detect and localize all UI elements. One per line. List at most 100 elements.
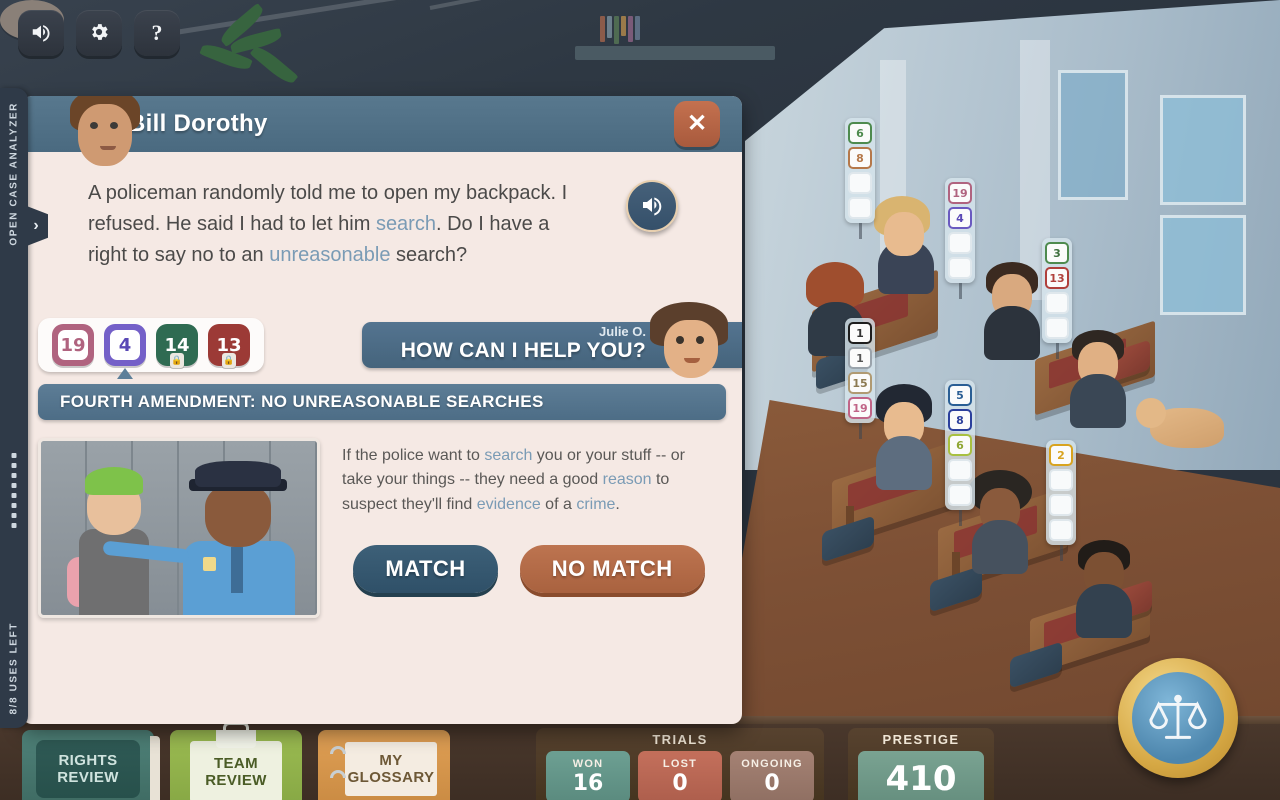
amendment-badge-19[interactable]: 19	[52, 324, 94, 366]
tile-empty	[948, 484, 972, 506]
tile-19: 19	[948, 182, 972, 204]
help-button[interactable]: ?	[134, 10, 180, 56]
keyword-link[interactable]: crime	[576, 496, 615, 513]
uses-left-dots	[11, 453, 17, 528]
trials-won-value: 16	[572, 771, 604, 796]
rights-review-line1: RIGHTS	[58, 751, 118, 769]
tile-4: 4	[948, 207, 972, 229]
tile-empty	[948, 459, 972, 481]
settings-button[interactable]	[76, 10, 122, 56]
my-glossary-line2: GLOSSARY	[347, 769, 435, 786]
lawyer-name: Julie O.	[599, 324, 646, 339]
tile-empty	[1045, 317, 1069, 339]
question-mark-icon: ?	[151, 20, 163, 45]
law-card-illustration	[38, 438, 320, 618]
notebook-rings-icon	[330, 746, 346, 778]
scales-of-justice-icon	[1132, 672, 1224, 764]
keyword-link[interactable]: unreasonable	[269, 244, 390, 266]
keyword-link[interactable]: search	[484, 447, 532, 464]
open-case-analyzer-tab[interactable]: OPEN CASE ANALYZER 8/8 USES LEFT	[0, 88, 28, 728]
stack-upper-mid[interactable]: 19 4	[945, 178, 975, 299]
badge-inner: 19	[58, 330, 88, 360]
close-button[interactable]: ✕	[674, 101, 720, 147]
justice-seal[interactable]	[1118, 658, 1238, 778]
text-run: search?	[390, 244, 468, 266]
match-buttons-row: MATCH NO MATCH	[342, 544, 716, 593]
tile-2: 2	[1049, 444, 1073, 466]
tile-empty	[848, 197, 872, 219]
trials-title: TRIALS	[652, 732, 708, 747]
tile-8: 8	[848, 147, 872, 169]
police-officer-figure	[179, 455, 299, 615]
bottom-toolbar: RIGHTS REVIEW TEAM REVIEW MY GLOSSARY TR…	[0, 716, 1280, 800]
tile-19: 19	[848, 397, 872, 419]
lawyer-avatar	[650, 302, 728, 384]
trials-lost-value: 0	[672, 771, 688, 796]
stack-upper-right[interactable]: 3 13	[1042, 238, 1072, 359]
amendment-badge-4[interactable]: 4	[104, 324, 146, 366]
case-analyzer-title: OPEN CASE ANALYZER	[8, 102, 20, 246]
game-screen: ? 681943131115195862 ? OPEN CASE ANALYZE…	[0, 0, 1280, 800]
amendment-badge-14[interactable]: 14 🔒	[156, 324, 198, 368]
trials-won-label: WON	[572, 758, 604, 770]
student-figure	[67, 465, 167, 615]
badge-and-help-row: Julie O. HOW CAN I HELP YOU? 19 4 14 🔒 13 🔒	[22, 302, 742, 378]
keyword-link[interactable]: evidence	[477, 496, 541, 513]
tile-3: 3	[1045, 242, 1069, 264]
top-controls: ?	[18, 10, 180, 56]
law-card-text-column: If the police want to search you or your…	[342, 438, 716, 618]
tile-empty	[1045, 292, 1069, 314]
text-run: .	[615, 495, 620, 513]
tile-empty	[1049, 519, 1073, 541]
client-quote: A policeman randomly told me to open my …	[88, 178, 588, 271]
read-aloud-button[interactable]	[626, 180, 678, 232]
bookshelf	[575, 46, 775, 60]
trials-lost-label: LOST	[662, 758, 698, 770]
rights-review-button[interactable]: RIGHTS REVIEW	[22, 730, 160, 800]
tile-1: 1	[848, 322, 872, 344]
tile-1: 1	[848, 347, 872, 369]
trials-ongoing-label: ONGOING	[741, 758, 803, 770]
match-button[interactable]: MATCH	[353, 544, 498, 593]
client-avatar	[68, 96, 142, 172]
trials-won: WON 16	[546, 751, 630, 800]
stack-lower-right[interactable]: 2	[1046, 440, 1076, 561]
my-glossary-button[interactable]: MY GLOSSARY	[318, 730, 450, 800]
stack-lower-mid[interactable]: 5 8 6	[945, 380, 975, 526]
lawyer-help-bar: Julie O. HOW CAN I HELP YOU?	[362, 302, 742, 378]
close-icon: ✕	[686, 110, 708, 137]
client-name: Bill Dorothy	[128, 110, 268, 137]
trials-lost: LOST 0	[638, 751, 722, 800]
uses-left-label: 8/8 USES LEFT	[8, 621, 20, 715]
tool-buttons: RIGHTS REVIEW TEAM REVIEW MY GLOSSARY	[22, 730, 450, 800]
no-match-button[interactable]: NO MATCH	[519, 544, 705, 593]
law-description: If the police want to search you or your…	[342, 444, 716, 517]
clipboard-clip-icon	[216, 730, 256, 748]
lock-icon: 🔒	[222, 353, 236, 368]
tile-empty	[1049, 469, 1073, 491]
keyword-link[interactable]: reason	[603, 471, 652, 488]
window-pane	[1058, 70, 1128, 200]
stack-top-left[interactable]: 68	[845, 118, 875, 239]
dog	[1136, 398, 1224, 448]
tile-5: 5	[948, 384, 972, 406]
sound-toggle-button[interactable]	[18, 10, 64, 56]
amendment-title: FOURTH AMENDMENT: NO UNREASONABLE SEARCH…	[60, 392, 544, 411]
team-review-button[interactable]: TEAM REVIEW	[170, 730, 302, 800]
amendment-title-bar: FOURTH AMENDMENT: NO UNREASONABLE SEARCH…	[38, 384, 726, 420]
tile-6: 6	[848, 122, 872, 144]
lock-icon: 🔒	[170, 353, 184, 368]
prestige-panel: PRESTIGE 410	[848, 728, 994, 800]
tile-15: 15	[848, 372, 872, 394]
dialog-header: Bill Dorothy ✕	[22, 96, 742, 166]
case-dialog-panel: Bill Dorothy ✕ A policeman randomly told…	[22, 96, 742, 724]
law-card-body: If the police want to search you or your…	[22, 420, 742, 618]
play-audio-icon	[640, 193, 664, 220]
keyword-link[interactable]: search	[376, 213, 436, 235]
text-run: If the police want to	[342, 447, 485, 464]
tile-13: 13	[1045, 267, 1069, 289]
stack-lower-left[interactable]: 1 1 15 19	[845, 318, 875, 439]
amendment-badge-13[interactable]: 13 🔒	[208, 324, 250, 368]
prestige-value-cell: 410	[858, 751, 984, 800]
help-prompt: HOW CAN I HELP YOU?	[400, 339, 646, 362]
